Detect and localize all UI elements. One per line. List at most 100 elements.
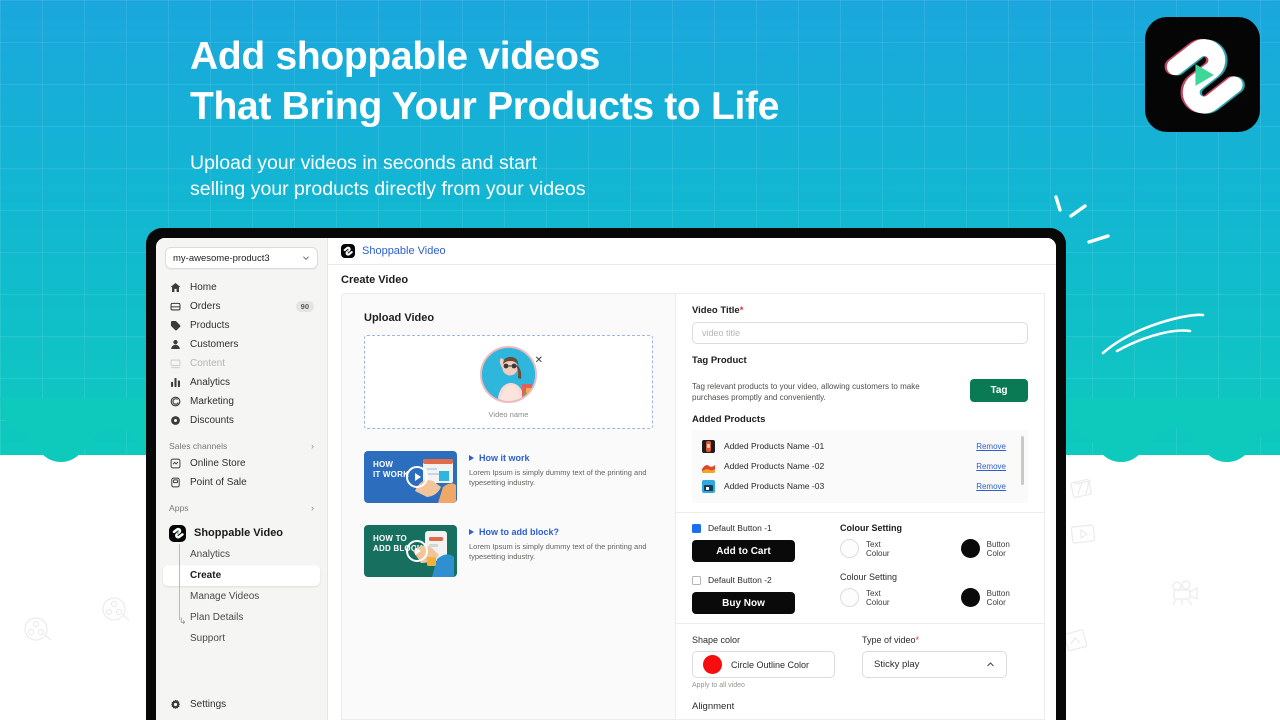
sidebar-item-settings[interactable]: Settings <box>163 695 320 714</box>
shape-color-picker[interactable]: Circle Outline Color <box>692 651 835 678</box>
remove-product-link[interactable]: Remove <box>976 442 1006 451</box>
sidebar-subitem-label: Support <box>190 633 226 644</box>
help-video-thumbnail[interactable]: HOW IT WORK <box>364 451 457 503</box>
button-colour-swatch[interactable] <box>960 588 980 607</box>
help-card-link[interactable]: How to add block? <box>469 527 653 537</box>
help-card[interactable]: HOW TO ADD BLOCK How to add block? Lorem… <box>364 525 653 577</box>
play-icon[interactable] <box>406 540 428 562</box>
sidebar-item-marketing[interactable]: Marketing <box>163 392 320 411</box>
sidebar-subitem-plan-details[interactable]: Plan Details <box>163 607 320 628</box>
default-button-2-checkbox-row[interactable]: Default Button -2 <box>692 575 832 585</box>
hero-heading-line1: Add shoppable videos <box>190 35 601 78</box>
help-card[interactable]: HOW IT WORK How it work Lorem Ipsum is s… <box>364 451 653 503</box>
sidebar-subitem-support[interactable]: Support <box>163 628 320 649</box>
sidebar-item-products[interactable]: Products <box>163 316 320 335</box>
sidebar-section-label: Apps <box>169 503 189 513</box>
store-switcher[interactable]: my-awesome-product3 <box>165 247 318 269</box>
sidebar-subitem-label: Plan Details <box>190 612 244 623</box>
help-card-body: Lorem Ipsum is simply dummy text of the … <box>469 542 647 561</box>
help-video-thumbnail[interactable]: HOW TO ADD BLOCK <box>364 525 457 577</box>
checkbox-icon[interactable] <box>692 523 701 533</box>
colour-setting-1-swatches: Text Colour Button Color <box>840 539 1028 558</box>
video-dropzone[interactable]: ✕ Video name <box>364 335 653 429</box>
sidebar-app-name: Shoppable Video <box>194 527 284 539</box>
sidebar-item-discounts[interactable]: Discounts <box>163 411 320 430</box>
sidebar-item-analytics[interactable]: Analytics <box>163 373 320 392</box>
sidebar-item-customers[interactable]: Customers <box>163 335 320 354</box>
topbar-title[interactable]: Shoppable Video <box>362 245 446 257</box>
shoppable-video-logo-icon <box>169 524 186 542</box>
hero-heading-line2: That Bring Your Products to Life <box>190 85 780 128</box>
sidebar-section-sales-channels[interactable]: Sales channels › <box>169 441 314 451</box>
added-product-name: Added Products Name -02 <box>724 461 825 471</box>
tag-button[interactable]: Tag <box>970 379 1028 402</box>
remove-product-link[interactable]: Remove <box>976 462 1006 471</box>
shape-color-swatch[interactable] <box>703 655 722 674</box>
button-colour-2[interactable]: Button Color <box>960 588 1028 607</box>
point-of-sale-icon <box>169 476 182 489</box>
chevron-right-icon: › <box>311 503 314 513</box>
chevron-right-icon: › <box>311 441 314 451</box>
sidebar-item-label: Customers <box>190 339 239 350</box>
default-button-1-checkbox-row[interactable]: Default Button -1 <box>692 523 832 533</box>
tag-product-row: Tag relevant products to your video, all… <box>692 377 1028 403</box>
buy-now-button[interactable]: Buy Now <box>692 592 795 614</box>
home-icon <box>169 281 182 294</box>
sidebar-item-shoppable-video[interactable]: Shoppable Video <box>163 522 320 544</box>
text-colour-1[interactable]: Text Colour <box>840 539 904 558</box>
main-content: Shoppable Video Create Video Upload Vide… <box>328 238 1056 720</box>
text-colour-2[interactable]: Text Colour <box>840 588 904 607</box>
video-title-input[interactable]: video title <box>692 322 1028 344</box>
type-of-video-field: Type of video* Sticky play <box>862 635 1007 689</box>
checkbox-icon[interactable] <box>692 575 701 585</box>
button-settings-section: Default Button -1 Add to Cart Default Bu… <box>692 513 1028 614</box>
sidebar-item-label: Settings <box>190 699 227 710</box>
added-product-name: Added Products Name -01 <box>724 441 825 451</box>
app-window: my-awesome-product3 Home Orders 90 Produ… <box>156 238 1056 720</box>
video-title-label-text: Video Title <box>692 305 740 316</box>
play-icon[interactable] <box>406 466 428 488</box>
video-thumbnail-wrap: ✕ <box>480 345 543 403</box>
type-of-video-label-text: Type of video <box>862 635 916 645</box>
button-column: Default Button -1 Add to Cart Default Bu… <box>692 523 832 614</box>
text-colour-label: Text Colour <box>866 588 890 607</box>
shoppable-video-logo-icon <box>341 244 355 258</box>
sidebar-item-point-of-sale[interactable]: Point of Sale <box>163 473 320 492</box>
sidebar-item-label: Analytics <box>190 377 231 388</box>
sidebar-section-apps[interactable]: Apps › <box>169 503 314 513</box>
help-card-link-label: How it work <box>479 453 530 463</box>
sidebar-subitem-analytics[interactable]: Analytics <box>163 544 320 565</box>
button-colour-swatch[interactable] <box>960 539 980 558</box>
sidebar-subitem-manage-videos[interactable]: Manage Videos <box>163 586 320 607</box>
content-icon <box>169 357 182 370</box>
type-of-video-select[interactable]: Sticky play <box>862 651 1007 678</box>
product-thumbnail-icon <box>702 439 715 453</box>
tag-product-label: Tag Product <box>692 355 747 366</box>
list-scrollbar[interactable] <box>1021 436 1024 485</box>
type-of-video-value: Sticky play <box>874 659 920 670</box>
remove-product-link[interactable]: Remove <box>976 482 1006 491</box>
text-colour-swatch[interactable] <box>840 539 859 558</box>
sidebar-subitem-create[interactable]: Create <box>163 565 320 586</box>
help-card-link[interactable]: How it work <box>469 453 653 463</box>
hero-subtitle: Upload your videos in seconds and start … <box>190 150 910 202</box>
help-card-link-label: How to add block? <box>479 527 559 537</box>
sidebar-item-home[interactable]: Home <box>163 278 320 297</box>
add-to-cart-button[interactable]: Add to Cart <box>692 540 795 562</box>
tree-arrow-icon: ↳ <box>179 616 187 626</box>
upload-panel: Upload Video ✕ Video name HOW IT WORK Ho… <box>341 293 676 720</box>
remove-video-icon[interactable]: ✕ <box>535 355 543 366</box>
store-switcher-label: my-awesome-product3 <box>173 252 270 264</box>
sidebar-subitem-label: Manage Videos <box>190 591 260 602</box>
button-colour-1[interactable]: Button Color <box>960 539 1028 558</box>
sidebar-item-label: Point of Sale <box>190 477 247 488</box>
sidebar-item-online-store[interactable]: Online Store <box>163 454 320 473</box>
apply-to-all-note: Apply to all video <box>692 682 745 689</box>
help-card-text: How it work Lorem Ipsum is simply dummy … <box>469 451 653 503</box>
sidebar-item-orders[interactable]: Orders 90 <box>163 297 320 316</box>
text-colour-swatch[interactable] <box>840 588 859 607</box>
sidebar-subitem-label: Create <box>190 570 222 581</box>
sidebar-item-content[interactable]: Content <box>163 354 320 373</box>
video-title-label: Video Title* <box>692 305 1028 316</box>
default-button-2-label: Default Button -2 <box>708 575 772 585</box>
